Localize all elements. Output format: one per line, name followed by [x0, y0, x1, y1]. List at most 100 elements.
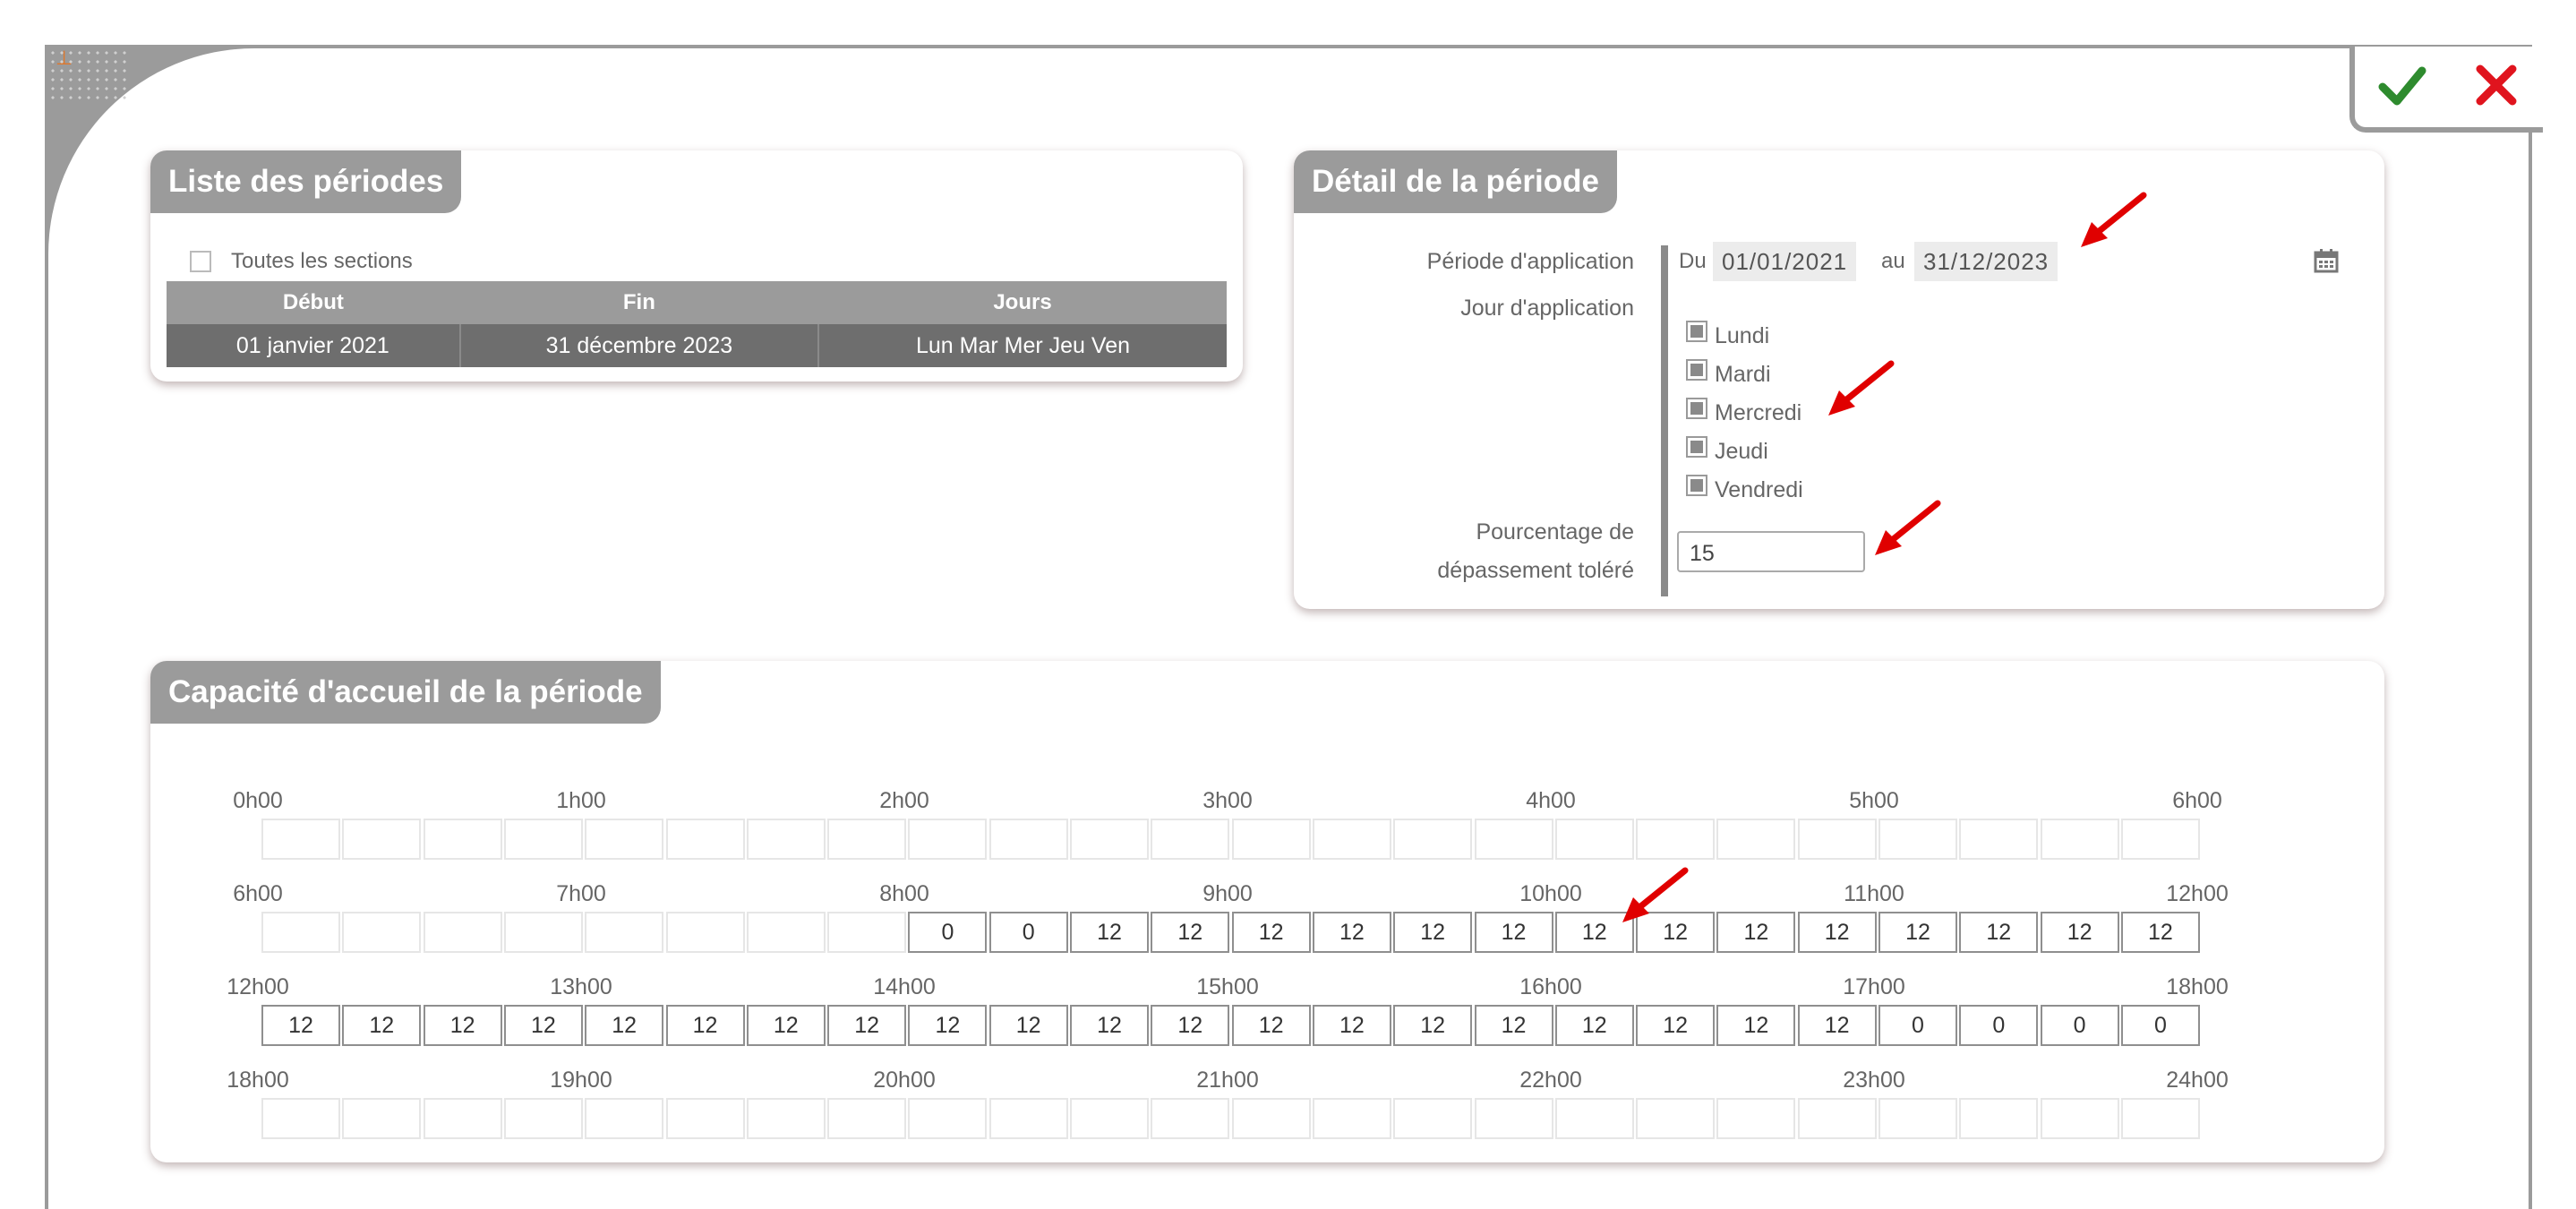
- day-checkbox-tuesday[interactable]: Mardi: [1686, 358, 1771, 388]
- capacity-cell[interactable]: [827, 819, 907, 860]
- capacity-cell[interactable]: [503, 912, 583, 953]
- capacity-cell[interactable]: 0: [2040, 1005, 2119, 1046]
- day-checkbox-friday[interactable]: Vendredi: [1686, 474, 1803, 503]
- capacity-cell[interactable]: 12: [1797, 912, 1877, 953]
- capacity-cell[interactable]: 12: [423, 1005, 502, 1046]
- capacity-cell[interactable]: 12: [503, 1005, 583, 1046]
- all-sections-checkbox[interactable]: Toutes les sections: [190, 249, 413, 274]
- capacity-cell[interactable]: [1636, 1098, 1716, 1139]
- capacity-cell[interactable]: [665, 1098, 745, 1139]
- capacity-cell[interactable]: [1959, 819, 2039, 860]
- capacity-cell[interactable]: 12: [2040, 912, 2119, 953]
- tolerance-input[interactable]: 15: [1677, 531, 1865, 572]
- capacity-cell[interactable]: [423, 819, 502, 860]
- capacity-cell[interactable]: [908, 1098, 988, 1139]
- capacity-cell[interactable]: [827, 912, 907, 953]
- capacity-cell[interactable]: [1070, 1098, 1149, 1139]
- day-checkbox-monday[interactable]: Lundi: [1686, 320, 1769, 349]
- checkbox-box[interactable]: [190, 251, 211, 272]
- day-checkbox-thursday[interactable]: Jeudi: [1686, 435, 1768, 465]
- capacity-cell[interactable]: 12: [1393, 912, 1473, 953]
- capacity-cell[interactable]: [1879, 1098, 1957, 1139]
- capacity-cell[interactable]: [2120, 819, 2200, 860]
- capacity-cell[interactable]: 12: [1636, 1005, 1716, 1046]
- capacity-cell[interactable]: [261, 1098, 340, 1139]
- table-row[interactable]: 01 janvier 2021 31 décembre 2023 Lun Mar…: [167, 324, 1227, 367]
- capacity-cell[interactable]: [2040, 819, 2119, 860]
- capacity-cell[interactable]: [1554, 819, 1634, 860]
- day-checkbox-wednesday[interactable]: Mercredi: [1686, 397, 1801, 426]
- capacity-cell[interactable]: [261, 819, 340, 860]
- capacity-cell[interactable]: 12: [1070, 1005, 1149, 1046]
- capacity-cell[interactable]: [1231, 819, 1311, 860]
- capacity-cell[interactable]: [261, 912, 340, 953]
- capacity-cell[interactable]: [1070, 819, 1149, 860]
- capacity-cell[interactable]: [746, 819, 826, 860]
- capacity-cell[interactable]: [1393, 1098, 1473, 1139]
- checkbox-checked[interactable]: [1686, 435, 1707, 458]
- capacity-cell[interactable]: 0: [1959, 1005, 2039, 1046]
- column-header-days[interactable]: Jours: [818, 281, 1227, 324]
- capacity-cell[interactable]: 12: [1312, 1005, 1391, 1046]
- capacity-cell[interactable]: [1312, 1098, 1391, 1139]
- capacity-cell[interactable]: 12: [1151, 912, 1230, 953]
- capacity-cell[interactable]: 0: [2120, 1005, 2200, 1046]
- capacity-cell[interactable]: 12: [1959, 912, 2039, 953]
- capacity-cell[interactable]: [1554, 1098, 1634, 1139]
- capacity-cell[interactable]: 12: [1070, 912, 1149, 953]
- capacity-cell[interactable]: 12: [1231, 912, 1311, 953]
- capacity-cell[interactable]: [1797, 819, 1877, 860]
- capacity-cell[interactable]: [1879, 819, 1957, 860]
- capacity-cell[interactable]: [503, 819, 583, 860]
- capacity-cell[interactable]: [342, 819, 422, 860]
- capacity-cell[interactable]: [1959, 1098, 2039, 1139]
- capacity-cell[interactable]: 12: [1474, 1005, 1553, 1046]
- capacity-cell[interactable]: [1393, 819, 1473, 860]
- capacity-cell[interactable]: 0: [988, 912, 1068, 953]
- capacity-cell[interactable]: 12: [1474, 912, 1553, 953]
- capacity-cell[interactable]: 12: [1716, 912, 1796, 953]
- capacity-cell[interactable]: 12: [1716, 1005, 1796, 1046]
- capacity-cell[interactable]: [1797, 1098, 1877, 1139]
- capacity-cell[interactable]: 12: [1151, 1005, 1230, 1046]
- capacity-cell[interactable]: [1231, 1098, 1311, 1139]
- capacity-cell[interactable]: [665, 912, 745, 953]
- capacity-cell[interactable]: 12: [2120, 912, 2200, 953]
- column-header-end[interactable]: Fin: [459, 281, 819, 324]
- capacity-cell[interactable]: [1716, 819, 1796, 860]
- capacity-cell[interactable]: [746, 912, 826, 953]
- capacity-cell[interactable]: 12: [342, 1005, 422, 1046]
- capacity-cell[interactable]: 12: [1393, 1005, 1473, 1046]
- capacity-cell[interactable]: [503, 1098, 583, 1139]
- checkbox-checked[interactable]: [1686, 474, 1707, 496]
- capacity-cell[interactable]: 0: [1879, 1005, 1957, 1046]
- capacity-cell[interactable]: [2040, 1098, 2119, 1139]
- capacity-cell[interactable]: 12: [988, 1005, 1068, 1046]
- start-date-input[interactable]: 01/01/2021: [1713, 242, 1857, 281]
- capacity-cell[interactable]: 12: [1879, 912, 1957, 953]
- capacity-cell[interactable]: [988, 819, 1068, 860]
- calendar-icon[interactable]: [2313, 247, 2340, 274]
- end-date-input[interactable]: 31/12/2023: [1914, 242, 2058, 281]
- capacity-cell[interactable]: [1474, 1098, 1553, 1139]
- capacity-cell[interactable]: [1312, 819, 1391, 860]
- confirm-button[interactable]: [2377, 60, 2427, 115]
- capacity-cell[interactable]: [423, 912, 502, 953]
- capacity-cell[interactable]: [1636, 819, 1716, 860]
- capacity-cell[interactable]: 12: [827, 1005, 907, 1046]
- capacity-cell[interactable]: 12: [746, 1005, 826, 1046]
- capacity-cell[interactable]: 12: [1312, 912, 1391, 953]
- cancel-button[interactable]: [2471, 60, 2521, 115]
- capacity-cell[interactable]: [1151, 1098, 1230, 1139]
- column-header-start[interactable]: Début: [167, 281, 460, 324]
- capacity-cell[interactable]: [1716, 1098, 1796, 1139]
- capacity-cell[interactable]: 12: [585, 1005, 664, 1046]
- capacity-cell[interactable]: 12: [1554, 1005, 1634, 1046]
- capacity-cell[interactable]: 0: [908, 912, 988, 953]
- capacity-cell[interactable]: [342, 1098, 422, 1139]
- capacity-cell[interactable]: [585, 912, 664, 953]
- capacity-cell[interactable]: [746, 1098, 826, 1139]
- capacity-cell[interactable]: [827, 1098, 907, 1139]
- checkbox-checked[interactable]: [1686, 397, 1707, 419]
- capacity-cell[interactable]: [423, 1098, 502, 1139]
